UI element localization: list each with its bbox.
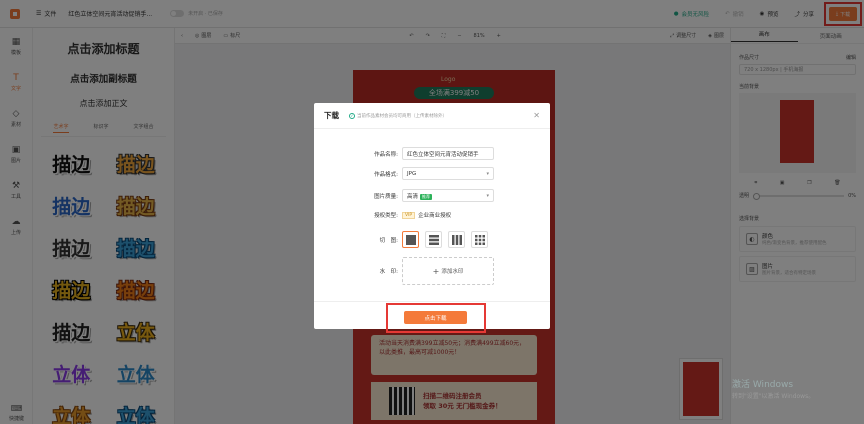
name-field[interactable]: 红色立体空间元宵活动促销手 [402,147,494,160]
name-row: 作品名称: 红色立体空间元宵活动促销手 [314,147,550,160]
add-watermark-button[interactable]: + 添加水印 [402,257,494,285]
cut-grid-icon [474,234,485,245]
format-row: 作品格式: JPG ▾ [314,167,550,180]
chevron-down-icon: ▾ [486,170,489,177]
confirm-download-button[interactable]: 点击下载 [404,311,467,324]
cut-horizontal-option[interactable] [425,231,442,248]
cut-row: 切 图: [314,231,550,248]
vip-badge: VIP [402,211,416,219]
license-value: 企业商业授权 [418,213,452,219]
license-label: 授权类型: [374,213,398,219]
quality-row: 图片质量: 高清 推荐 ▾ [314,189,550,202]
dialog-footer: 点击下载 [314,301,550,333]
format-select[interactable]: JPG ▾ [402,167,494,180]
dialog-title: 下载 [324,111,339,120]
quality-select[interactable]: 高清 推荐 ▾ [402,189,494,202]
activation-subtitle: 转到"设置"以激活 Windows。 [732,393,815,400]
dialog-header: 下载 ✓ 当前作品素材会员均可商用（上传素材除外） ✕ [314,103,550,129]
quality-value: 高清 [407,193,419,200]
license-note: ✓ 当前作品素材会员均可商用（上传素材除外） [349,112,447,119]
license-value-wrap: VIP 企业商业授权 [402,211,451,219]
cut-columns-icon [451,234,462,245]
quality-label: 图片质量: [374,193,398,200]
format-value: JPG [407,170,417,177]
cut-full-icon [405,234,416,245]
format-label: 作品格式: [374,171,398,178]
app-root: ☰ 文件 红色立体空间元宵活动促销手... 未开启 · 已保存 ● 会员无风险 … [0,0,864,424]
close-icon[interactable]: ✕ [533,111,540,120]
watermark-row: 水 印: + 添加水印 [314,257,550,285]
plus-icon: + [432,266,440,276]
license-note-text: 当前作品素材会员均可商用（上传素材除外） [357,113,447,119]
license-row: 授权类型: VIP 企业商业授权 [314,211,550,219]
add-watermark-label: 添加水印 [441,269,464,275]
cut-label: 切 图: [379,237,398,244]
recommend-badge: 推荐 [420,193,433,200]
name-label: 作品名称: [374,151,398,158]
cut-none-option[interactable] [402,231,419,248]
cut-vertical-option[interactable] [448,231,465,248]
activation-title: 激活 Windows [732,380,794,390]
chevron-down-icon: ▾ [486,192,489,199]
cut-grid-option[interactable] [471,231,488,248]
cut-rows-icon [428,234,439,245]
watermark-label: 水 印: [379,269,398,275]
download-button-highlight: 点击下载 [386,303,486,333]
windows-activation-watermark: 激活 Windows 转到"设置"以激活 Windows。 [732,380,814,402]
download-dialog: 下载 ✓ 当前作品素材会员均可商用（上传素材除外） ✕ 作品名称: 红色立体空间… [314,103,550,333]
check-circle-icon: ✓ [349,112,355,119]
